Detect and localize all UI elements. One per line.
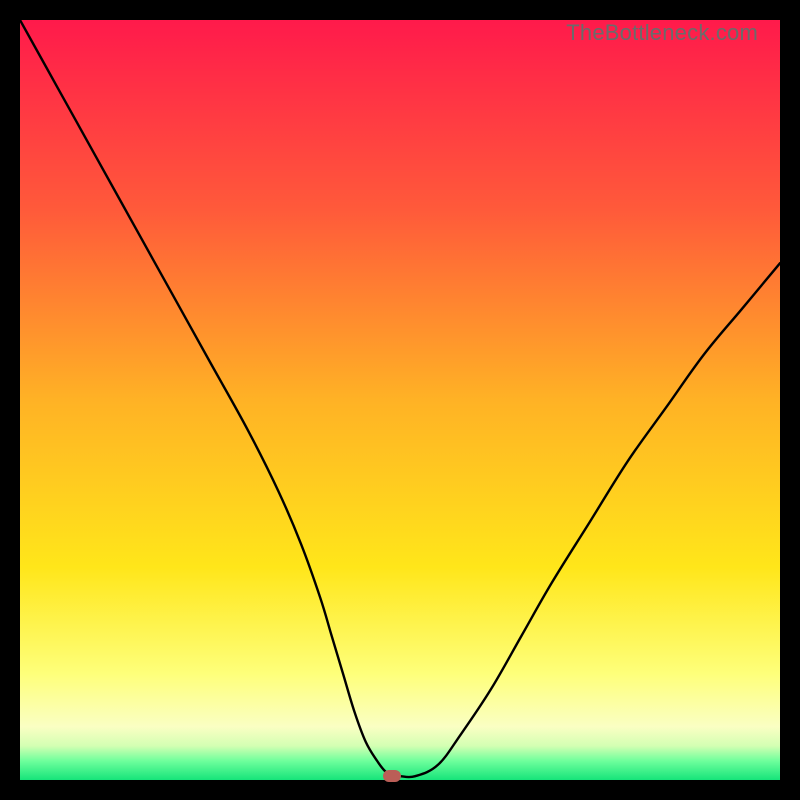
bottleneck-curve xyxy=(20,20,780,780)
chart-frame: TheBottleneck.com xyxy=(20,20,780,780)
optimal-point-marker xyxy=(383,770,401,782)
